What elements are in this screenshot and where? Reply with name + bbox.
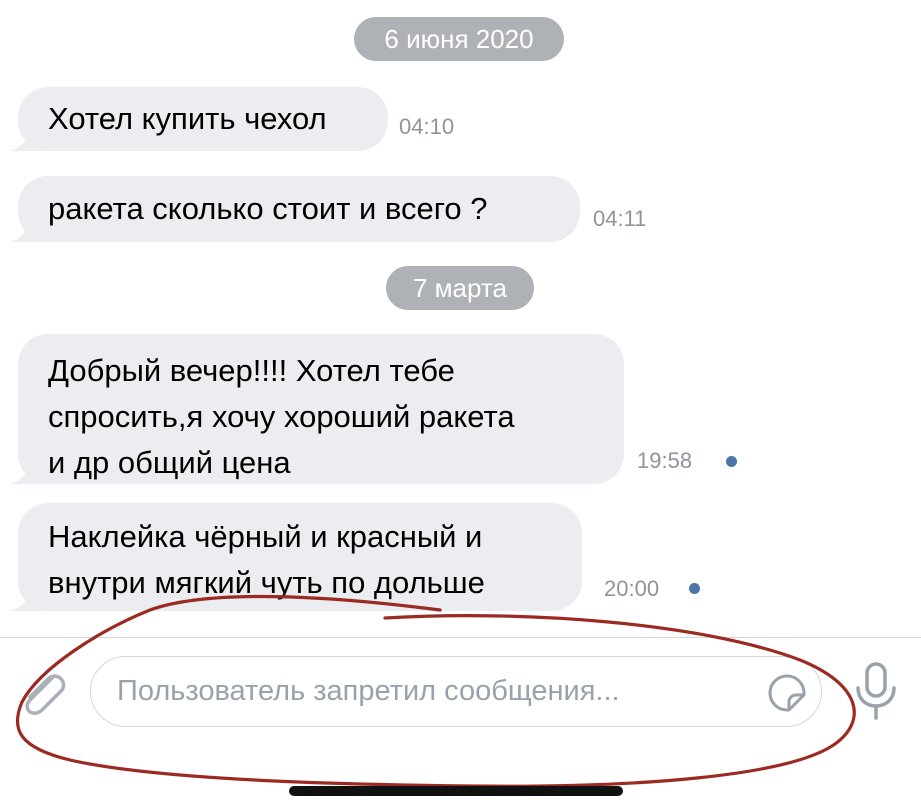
message-time: 19:58	[637, 448, 693, 473]
microphone-icon[interactable]	[850, 660, 902, 722]
message-time: 04:10	[399, 114, 455, 139]
unread-dot	[726, 456, 737, 467]
message-bubble[interactable]: Наклейка чёрный и красный и внутри мягки…	[18, 503, 582, 611]
sticker-icon[interactable]	[767, 673, 807, 713]
date-separator: 7 марта	[386, 266, 534, 310]
message-text: Хотел купить чехол	[48, 101, 327, 136]
unread-dot	[689, 583, 700, 594]
message-time: 04:11	[593, 206, 647, 231]
paperclip-icon[interactable]	[16, 666, 70, 720]
message-bubble[interactable]: Хотел купить чехол	[18, 87, 388, 151]
message-bubble[interactable]: ракета сколько стоит и всего ?	[18, 176, 580, 242]
message-text: Добрый вечер!!!! Хотел тебе спросить,я х…	[48, 353, 515, 480]
composer-divider	[0, 637, 921, 638]
message-time: 20:00	[604, 576, 660, 601]
message-text: ракета сколько стоит и всего ?	[48, 191, 488, 226]
message-input-placeholder: Пользователь запретил сообщения...	[117, 675, 620, 707]
date-separator: 6 июня 2020	[354, 17, 564, 61]
message-bubble[interactable]: Добрый вечер!!!! Хотел тебе спросить,я х…	[18, 334, 624, 484]
message-text: Наклейка чёрный и красный и внутри мягки…	[48, 519, 485, 600]
message-input[interactable]: Пользователь запретил сообщения...	[90, 656, 822, 727]
home-indicator	[289, 786, 623, 796]
